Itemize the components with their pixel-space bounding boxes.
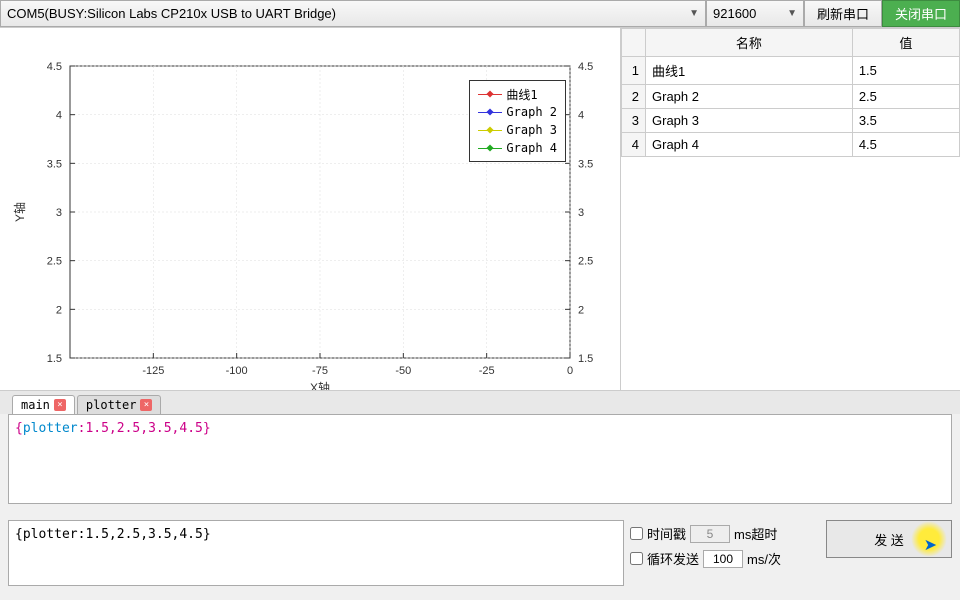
row-name: Graph 2 bbox=[646, 85, 853, 109]
row-name: Graph 3 bbox=[646, 109, 853, 133]
loop-suffix: ms/次 bbox=[747, 549, 781, 568]
port-label: COM5(BUSY:Silicon Labs CP210x USB to UAR… bbox=[7, 6, 336, 21]
svg-text:2: 2 bbox=[56, 304, 62, 316]
svg-text:4.5: 4.5 bbox=[47, 61, 62, 73]
send-button-label: 发 送 bbox=[874, 530, 904, 549]
chevron-down-icon: ▼ bbox=[787, 8, 797, 19]
tab-plotter[interactable]: plotter × bbox=[77, 395, 162, 414]
chart-legend: 曲线1 Graph 2 Graph 3 Graph 4 bbox=[469, 80, 566, 162]
svg-text:2: 2 bbox=[578, 304, 584, 316]
console-token: plotter bbox=[23, 421, 78, 436]
svg-text:-50: -50 bbox=[395, 365, 411, 377]
legend-item: 曲线1 bbox=[478, 85, 557, 103]
toolbar: COM5(BUSY:Silicon Labs CP210x USB to UAR… bbox=[0, 0, 960, 28]
main-content: 1.5 1.5 2 2 2.5 2.5 3 3 3.5 3.5 4 4 4.5 4.5 -125 -100 -7… bbox=[0, 28, 960, 390]
svg-text:3.5: 3.5 bbox=[578, 158, 593, 170]
timeout-suffix: ms超时 bbox=[734, 524, 777, 543]
timestamp-label: 时间戳 bbox=[647, 524, 686, 543]
loop-label: 循环发送 bbox=[647, 549, 699, 568]
svg-text:2.5: 2.5 bbox=[578, 256, 593, 268]
timestamp-checkbox[interactable] bbox=[630, 527, 643, 540]
row-idx: 2 bbox=[622, 85, 646, 109]
console-token: { bbox=[15, 421, 23, 436]
svg-text:Y轴: Y轴 bbox=[12, 202, 27, 222]
legend-marker-icon bbox=[478, 94, 502, 95]
loop-input[interactable] bbox=[703, 550, 743, 568]
svg-text:4: 4 bbox=[56, 110, 62, 122]
tab-label: main bbox=[21, 398, 50, 412]
svg-text:X轴: X轴 bbox=[310, 380, 330, 390]
close-icon[interactable]: × bbox=[140, 399, 152, 411]
port-select[interactable]: COM5(BUSY:Silicon Labs CP210x USB to UAR… bbox=[0, 0, 706, 27]
svg-text:1.5: 1.5 bbox=[578, 353, 593, 365]
svg-text:3: 3 bbox=[578, 207, 584, 219]
table-row[interactable]: 2Graph 22.5 bbox=[622, 85, 960, 109]
legend-label: Graph 4 bbox=[506, 141, 557, 155]
svg-text:-25: -25 bbox=[479, 365, 495, 377]
close-port-button[interactable]: 关闭串口 bbox=[882, 0, 960, 27]
row-name: 曲线1 bbox=[646, 57, 853, 85]
chart-area: 1.5 1.5 2 2 2.5 2.5 3 3 3.5 3.5 4 4 4.5 4.5 -125 -100 -7… bbox=[0, 28, 620, 390]
row-value: 2.5 bbox=[852, 85, 959, 109]
send-button[interactable]: 发 送 ➤ bbox=[826, 520, 952, 558]
row-idx: 3 bbox=[622, 109, 646, 133]
table-row[interactable]: 3Graph 33.5 bbox=[622, 109, 960, 133]
table-row[interactable]: 1曲线11.5 bbox=[622, 57, 960, 85]
baud-select[interactable]: 921600 ▼ bbox=[706, 0, 804, 27]
legend-label: Graph 3 bbox=[506, 123, 557, 137]
table-header-value: 值 bbox=[852, 29, 959, 57]
svg-text:-125: -125 bbox=[142, 365, 164, 377]
table-row[interactable]: 4Graph 44.5 bbox=[622, 133, 960, 157]
data-table-area: 名称 值 1曲线11.52Graph 22.53Graph 33.54Graph… bbox=[620, 28, 960, 390]
tab-label: plotter bbox=[86, 398, 137, 412]
loop-checkbox[interactable] bbox=[630, 552, 643, 565]
loop-option: 循环发送 ms/次 bbox=[630, 549, 820, 568]
svg-text:4: 4 bbox=[578, 110, 584, 122]
cursor-icon: ➤ bbox=[924, 535, 937, 555]
timestamp-option: 时间戳 ms超时 bbox=[630, 524, 820, 543]
table-header-idx bbox=[622, 29, 646, 57]
svg-text:4.5: 4.5 bbox=[578, 61, 593, 73]
row-name: Graph 4 bbox=[646, 133, 853, 157]
row-value: 1.5 bbox=[852, 57, 959, 85]
svg-text:0: 0 bbox=[567, 365, 573, 377]
svg-text:1.5: 1.5 bbox=[47, 353, 62, 365]
options-column: 时间戳 ms超时 循环发送 ms/次 bbox=[630, 520, 820, 586]
chevron-down-icon: ▼ bbox=[689, 8, 699, 19]
timeout-input[interactable] bbox=[690, 525, 730, 543]
svg-text:2.5: 2.5 bbox=[47, 256, 62, 268]
row-value: 4.5 bbox=[852, 133, 959, 157]
table-header-name: 名称 bbox=[646, 29, 853, 57]
tabs-row: main × plotter × bbox=[0, 390, 960, 414]
row-value: 3.5 bbox=[852, 109, 959, 133]
legend-item: Graph 4 bbox=[478, 139, 557, 157]
legend-label: Graph 2 bbox=[506, 105, 557, 119]
console-token: } bbox=[203, 421, 211, 436]
legend-item: Graph 2 bbox=[478, 103, 557, 121]
legend-marker-icon bbox=[478, 130, 502, 131]
console-output[interactable]: {plotter:1.5,2.5,3.5,4.5} bbox=[8, 414, 952, 504]
legend-item: Graph 3 bbox=[478, 121, 557, 139]
baud-label: 921600 bbox=[713, 6, 756, 21]
console-token: 1.5,2.5,3.5,4.5 bbox=[85, 421, 202, 436]
tab-main[interactable]: main × bbox=[12, 395, 75, 414]
legend-marker-icon bbox=[478, 148, 502, 149]
send-input[interactable]: {plotter:1.5,2.5,3.5,4.5} bbox=[8, 520, 624, 586]
refresh-port-button[interactable]: 刷新串口 bbox=[804, 0, 882, 27]
data-table: 名称 值 1曲线11.52Graph 22.53Graph 33.54Graph… bbox=[621, 28, 960, 157]
bottom-row: {plotter:1.5,2.5,3.5,4.5} 时间戳 ms超时 循环发送 … bbox=[8, 520, 952, 586]
svg-text:-75: -75 bbox=[312, 365, 328, 377]
close-icon[interactable]: × bbox=[54, 399, 66, 411]
svg-text:3.5: 3.5 bbox=[47, 158, 62, 170]
legend-marker-icon bbox=[478, 112, 502, 113]
row-idx: 4 bbox=[622, 133, 646, 157]
svg-text:3: 3 bbox=[56, 207, 62, 219]
legend-label: 曲线1 bbox=[506, 86, 537, 103]
svg-text:-100: -100 bbox=[226, 365, 248, 377]
row-idx: 1 bbox=[622, 57, 646, 85]
